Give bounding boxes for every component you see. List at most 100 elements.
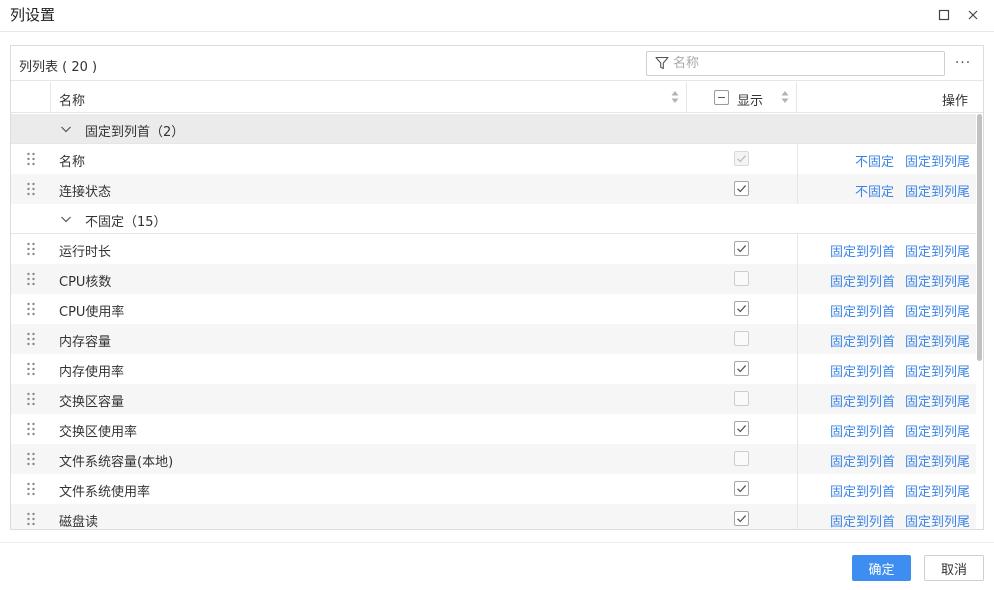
- header-actions-label: 操作: [942, 94, 969, 109]
- select-all-checkbox[interactable]: [714, 90, 729, 105]
- action-link[interactable]: 固定到列尾: [905, 391, 970, 410]
- action-link[interactable]: 不固定: [855, 181, 894, 200]
- visibility-checkbox[interactable]: [734, 331, 749, 346]
- action-link[interactable]: 固定到列首: [830, 391, 895, 410]
- column-name: CPU核数: [59, 275, 112, 290]
- drag-handle-icon[interactable]: [25, 182, 37, 196]
- sort-icon[interactable]: [671, 90, 679, 104]
- group-label: 固定到列首（2）: [85, 125, 185, 140]
- table-row: 文件系统使用率 固定到列首 固定到列尾: [11, 474, 976, 504]
- close-icon[interactable]: [964, 6, 982, 24]
- drag-handle-icon[interactable]: [25, 302, 37, 316]
- drag-handle-icon[interactable]: [25, 272, 37, 286]
- column-name: CPU使用率: [59, 305, 125, 320]
- action-cell: 固定到列首 固定到列尾: [797, 474, 976, 504]
- action-link[interactable]: 固定到列首: [830, 511, 895, 529]
- table-row: 名称 不固定 固定到列尾: [11, 144, 976, 174]
- more-icon[interactable]: ···: [951, 52, 975, 74]
- action-cell: 不固定 固定到列尾: [797, 144, 976, 174]
- visibility-checkbox[interactable]: [734, 271, 749, 286]
- visibility-checkbox[interactable]: [734, 391, 749, 406]
- header-display-column[interactable]: 显示: [687, 82, 797, 113]
- header-actions-column: 操作: [797, 82, 983, 113]
- action-link[interactable]: 固定到列尾: [905, 511, 970, 529]
- table-header: 名称 显示 操作: [11, 82, 983, 113]
- action-cell: 固定到列首 固定到列尾: [797, 264, 976, 294]
- cancel-button[interactable]: 取消: [924, 555, 984, 581]
- column-name: 内存容量: [59, 335, 112, 350]
- drag-handle-icon[interactable]: [25, 422, 37, 436]
- visibility-checkbox[interactable]: [734, 451, 749, 466]
- column-name: 内存使用率: [59, 365, 125, 380]
- group-row[interactable]: 不固定（15）: [11, 204, 976, 234]
- table-row: 内存容量 固定到列首 固定到列尾: [11, 324, 976, 354]
- drag-handle-icon[interactable]: [25, 392, 37, 406]
- drag-handle-icon[interactable]: [25, 362, 37, 376]
- drag-handle-icon[interactable]: [25, 332, 37, 346]
- scrollbar-thumb[interactable]: [977, 114, 982, 361]
- visibility-checkbox: [734, 151, 749, 166]
- action-cell: 固定到列首 固定到列尾: [797, 324, 976, 354]
- dialog-title-bar: 列设置: [0, 0, 994, 32]
- drag-handle-icon[interactable]: [25, 482, 37, 496]
- visibility-checkbox[interactable]: [734, 511, 749, 526]
- action-link[interactable]: 固定到列尾: [905, 271, 970, 290]
- column-list-count: 列列表 ( 20 ): [19, 60, 98, 75]
- header-drag-column: [11, 82, 51, 113]
- drag-handle-icon[interactable]: [25, 512, 37, 526]
- action-link[interactable]: 固定到列首: [830, 481, 895, 500]
- header-display-label: 显示: [737, 94, 764, 109]
- group-row[interactable]: 固定到列首（2）: [11, 114, 976, 144]
- action-cell: 固定到列首 固定到列尾: [797, 384, 976, 414]
- visibility-checkbox[interactable]: [734, 301, 749, 316]
- action-cell: 固定到列首 固定到列尾: [797, 444, 976, 474]
- action-link[interactable]: 固定到列首: [830, 421, 895, 440]
- action-link[interactable]: 固定到列尾: [905, 241, 970, 260]
- action-link[interactable]: 固定到列首: [830, 301, 895, 320]
- chevron-down-icon[interactable]: [60, 123, 72, 135]
- visibility-checkbox[interactable]: [734, 361, 749, 376]
- drag-handle-icon[interactable]: [25, 152, 37, 166]
- action-link[interactable]: 固定到列尾: [905, 421, 970, 440]
- action-link[interactable]: 固定到列首: [830, 271, 895, 290]
- search-box[interactable]: [646, 51, 945, 76]
- drag-handle-icon[interactable]: [25, 242, 37, 256]
- footer-divider: [0, 542, 994, 543]
- visibility-checkbox[interactable]: [734, 241, 749, 256]
- maximize-icon[interactable]: [935, 6, 953, 24]
- action-link[interactable]: 不固定: [855, 151, 894, 170]
- action-link[interactable]: 固定到列尾: [905, 301, 970, 320]
- action-link[interactable]: 固定到列尾: [905, 451, 970, 470]
- drag-handle-icon[interactable]: [25, 452, 37, 466]
- search-input[interactable]: [673, 53, 938, 74]
- column-name: 交换区使用率: [59, 425, 138, 440]
- action-link[interactable]: 固定到列尾: [905, 151, 970, 170]
- action-link[interactable]: 固定到列首: [830, 331, 895, 350]
- action-link[interactable]: 固定到列尾: [905, 361, 970, 380]
- column-name: 连接状态: [59, 185, 112, 200]
- visibility-checkbox[interactable]: [734, 481, 749, 496]
- column-name: 磁盘读: [59, 515, 99, 530]
- action-link[interactable]: 固定到列尾: [905, 181, 970, 200]
- panel-toolbar: 列列表 ( 20 ) ···: [11, 46, 983, 81]
- action-link[interactable]: 固定到列尾: [905, 481, 970, 500]
- table-row: 交换区容量 固定到列首 固定到列尾: [11, 384, 976, 414]
- action-cell: 固定到列首 固定到列尾: [797, 414, 976, 444]
- chevron-down-icon[interactable]: [60, 213, 72, 225]
- header-name-column[interactable]: 名称: [51, 82, 687, 113]
- action-link[interactable]: 固定到列尾: [905, 331, 970, 350]
- table-row: 内存使用率 固定到列首 固定到列尾: [11, 354, 976, 384]
- visibility-checkbox[interactable]: [734, 421, 749, 436]
- action-link[interactable]: 固定到列首: [830, 361, 895, 380]
- vertical-scrollbar[interactable]: [976, 114, 983, 529]
- action-link[interactable]: 固定到列首: [830, 451, 895, 470]
- column-name: 交换区容量: [59, 395, 125, 410]
- action-cell: 固定到列首 固定到列尾: [797, 354, 976, 384]
- action-link[interactable]: 固定到列首: [830, 241, 895, 260]
- confirm-button[interactable]: 确定: [852, 555, 911, 581]
- sort-icon[interactable]: [781, 90, 789, 104]
- column-name: 名称: [59, 155, 86, 170]
- visibility-checkbox[interactable]: [734, 181, 749, 196]
- column-name: 运行时长: [59, 245, 112, 260]
- table-row: 文件系统容量(本地) 固定到列首 固定到列尾: [11, 444, 976, 474]
